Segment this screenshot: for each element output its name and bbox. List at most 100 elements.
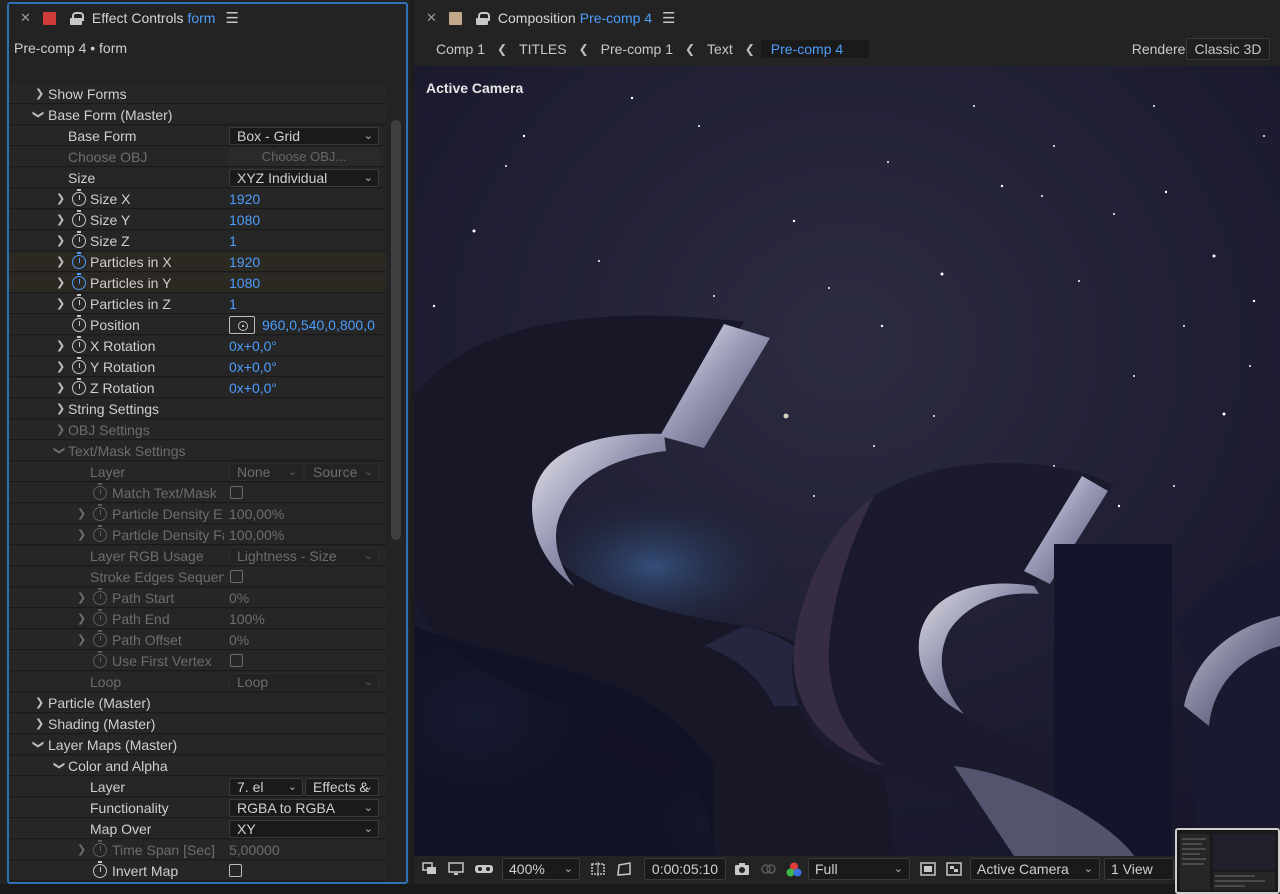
- property-row-particle-density-face[interactable]: ❯ Particle Density Fa 100,00%: [9, 525, 386, 545]
- map-layer-source-dropdown[interactable]: Effects & ⌄: [305, 778, 379, 796]
- property-row-size-x[interactable]: ❯ Size X 1920: [9, 189, 386, 209]
- channels-icon[interactable]: [786, 862, 802, 877]
- stopwatch-icon[interactable]: [72, 315, 86, 332]
- property-row-path-end[interactable]: ❯ Path End 100%: [9, 609, 386, 629]
- map-over-dropdown[interactable]: XY ⌄: [229, 820, 379, 838]
- twirl-right-icon[interactable]: ❯: [56, 423, 65, 436]
- property-value[interactable]: 960,0,540,0,800,0: [262, 317, 375, 333]
- property-value[interactable]: 0x+0,0°: [229, 380, 277, 396]
- property-row-show-forms[interactable]: ❯ Show Forms: [9, 84, 386, 104]
- stopwatch-icon[interactable]: [72, 231, 86, 248]
- twirl-right-icon[interactable]: ❯: [56, 297, 65, 310]
- twirl-right-icon[interactable]: ❯: [77, 612, 86, 625]
- stopwatch-icon[interactable]: [72, 210, 86, 227]
- property-row-path-start[interactable]: ❯ Path Start 0%: [9, 588, 386, 608]
- twirl-down-icon[interactable]: ❯: [53, 761, 66, 770]
- composition-tab[interactable]: ✕ Composition Pre-comp 4 ☰: [426, 0, 676, 36]
- property-row-size-y[interactable]: ❯ Size Y 1080: [9, 210, 386, 230]
- property-value[interactable]: 1080: [229, 212, 260, 228]
- property-row-z-rotation[interactable]: ❯ Z Rotation 0x+0,0°: [9, 378, 386, 398]
- twirl-right-icon[interactable]: ❯: [77, 507, 86, 520]
- stopwatch-icon[interactable]: [93, 861, 107, 878]
- property-value[interactable]: 1920: [229, 254, 260, 270]
- effect-controls-tab[interactable]: ✕ Effect Controls form ☰: [20, 0, 239, 36]
- grid-guides-icon[interactable]: [590, 862, 606, 876]
- twirl-right-icon[interactable]: ❯: [35, 717, 44, 730]
- current-time-display[interactable]: 0:00:05:10: [644, 858, 726, 880]
- property-row-color-and-alpha[interactable]: ❯ Color and Alpha: [9, 756, 386, 776]
- stopwatch-icon[interactable]: [72, 294, 86, 311]
- stopwatch-icon[interactable]: [93, 840, 107, 857]
- twirl-right-icon[interactable]: ❯: [56, 276, 65, 289]
- property-row-size-z[interactable]: ❯ Size Z 1: [9, 231, 386, 251]
- window-thumbnail[interactable]: [1175, 828, 1280, 894]
- property-value[interactable]: 5,00000: [229, 842, 280, 858]
- breadcrumb-titles[interactable]: TITLES: [507, 41, 578, 57]
- property-value[interactable]: 1920: [229, 191, 260, 207]
- property-row-path-offset[interactable]: ❯ Path Offset 0%: [9, 630, 386, 650]
- scrollbar-thumb[interactable]: [391, 120, 401, 540]
- fast-previews-icon[interactable]: [920, 862, 936, 876]
- twirl-right-icon[interactable]: ❯: [56, 381, 65, 394]
- property-value[interactable]: 1080: [229, 275, 260, 291]
- property-value[interactable]: 0x+0,0°: [229, 338, 277, 354]
- twirl-right-icon[interactable]: ❯: [35, 87, 44, 100]
- twirl-right-icon[interactable]: ❯: [77, 528, 86, 541]
- property-value[interactable]: 100%: [229, 611, 265, 627]
- twirl-right-icon[interactable]: ❯: [56, 234, 65, 247]
- composition-viewer[interactable]: Active Camera: [414, 66, 1280, 856]
- twirl-right-icon[interactable]: ❯: [56, 192, 65, 205]
- always-preview-icon[interactable]: [422, 862, 438, 876]
- property-row-particle-density-edge[interactable]: ❯ Particle Density E 100,00%: [9, 504, 386, 524]
- camera-snapshot-icon[interactable]: [734, 862, 750, 876]
- twirl-right-icon[interactable]: ❯: [77, 843, 86, 856]
- stopwatch-icon[interactable]: [93, 651, 107, 668]
- property-row-time-span[interactable]: ❯ Time Span [Sec] 5,00000: [9, 840, 386, 860]
- property-value[interactable]: 100,00%: [229, 506, 284, 522]
- twirl-right-icon[interactable]: ❯: [56, 339, 65, 352]
- stopwatch-icon[interactable]: [93, 525, 107, 542]
- property-value[interactable]: 1: [229, 296, 237, 312]
- layer-source-dropdown[interactable]: None ⌄: [229, 463, 303, 481]
- lock-icon[interactable]: [69, 11, 84, 25]
- stopwatch-icon[interactable]: [93, 504, 107, 521]
- stopwatch-icon[interactable]: [93, 630, 107, 647]
- layer-rgb-usage-dropdown[interactable]: Lightness - Size ⌄: [229, 547, 379, 565]
- position-crosshair-icon[interactable]: [229, 316, 255, 334]
- property-row-layer-maps-master[interactable]: ❯ Layer Maps (Master): [9, 735, 386, 755]
- property-value[interactable]: 1: [229, 233, 237, 249]
- stopwatch-icon[interactable]: [93, 609, 107, 626]
- 3d-view-dropdown[interactable]: Active Camera ⌄: [970, 858, 1100, 880]
- invert-map-checkbox[interactable]: [229, 864, 242, 877]
- size-dropdown[interactable]: XYZ Individual ⌄: [229, 169, 379, 187]
- property-row-text-mask-settings[interactable]: ❯ Text/Mask Settings: [9, 441, 386, 461]
- property-row-particles-in-z[interactable]: ❯ Particles in Z 1: [9, 294, 386, 314]
- property-row-obj-settings[interactable]: ❯ OBJ Settings: [9, 420, 386, 440]
- stopwatch-active-icon[interactable]: [72, 252, 86, 269]
- resolution-dropdown[interactable]: Full ⌄: [808, 858, 910, 880]
- twirl-right-icon[interactable]: ❯: [77, 633, 86, 646]
- renderer-button[interactable]: Classic 3D: [1186, 38, 1270, 60]
- stopwatch-icon[interactable]: [72, 357, 86, 374]
- twirl-right-icon[interactable]: ❯: [77, 591, 86, 604]
- panel-menu-icon[interactable]: ☰: [225, 9, 238, 27]
- property-row-particles-in-y[interactable]: ❯ Particles in Y 1080: [9, 273, 386, 293]
- view-layout-dropdown[interactable]: 1 View: [1104, 858, 1174, 880]
- property-row-particles-in-x[interactable]: ❯ Particles in X 1920: [9, 252, 386, 272]
- match-text-mask-checkbox[interactable]: [230, 486, 243, 499]
- property-row-y-rotation[interactable]: ❯ Y Rotation 0x+0,0°: [9, 357, 386, 377]
- region-of-interest-icon[interactable]: [616, 862, 632, 876]
- monitor-icon[interactable]: [448, 862, 464, 876]
- stopwatch-icon[interactable]: [72, 189, 86, 206]
- breadcrumb-pre-comp-4[interactable]: Pre-comp 4: [760, 40, 870, 58]
- base-form-dropdown[interactable]: Box - Grid ⌄: [229, 127, 379, 145]
- map-layer-dropdown[interactable]: 7. el ⌄: [229, 778, 303, 796]
- property-row-position[interactable]: Position 960,0,540,0,800,0: [9, 315, 386, 335]
- functionality-dropdown[interactable]: RGBA to RGBA ⌄: [229, 799, 379, 817]
- loop-dropdown[interactable]: Loop ⌄: [229, 673, 379, 691]
- close-tab-icon[interactable]: ✕: [20, 10, 31, 26]
- property-value[interactable]: 0%: [229, 632, 249, 648]
- property-row-string-settings[interactable]: ❯ String Settings: [9, 399, 386, 419]
- property-row-particle-master[interactable]: ❯ Particle (Master): [9, 693, 386, 713]
- property-row-base-form-master[interactable]: ❯ Base Form (Master): [9, 105, 386, 125]
